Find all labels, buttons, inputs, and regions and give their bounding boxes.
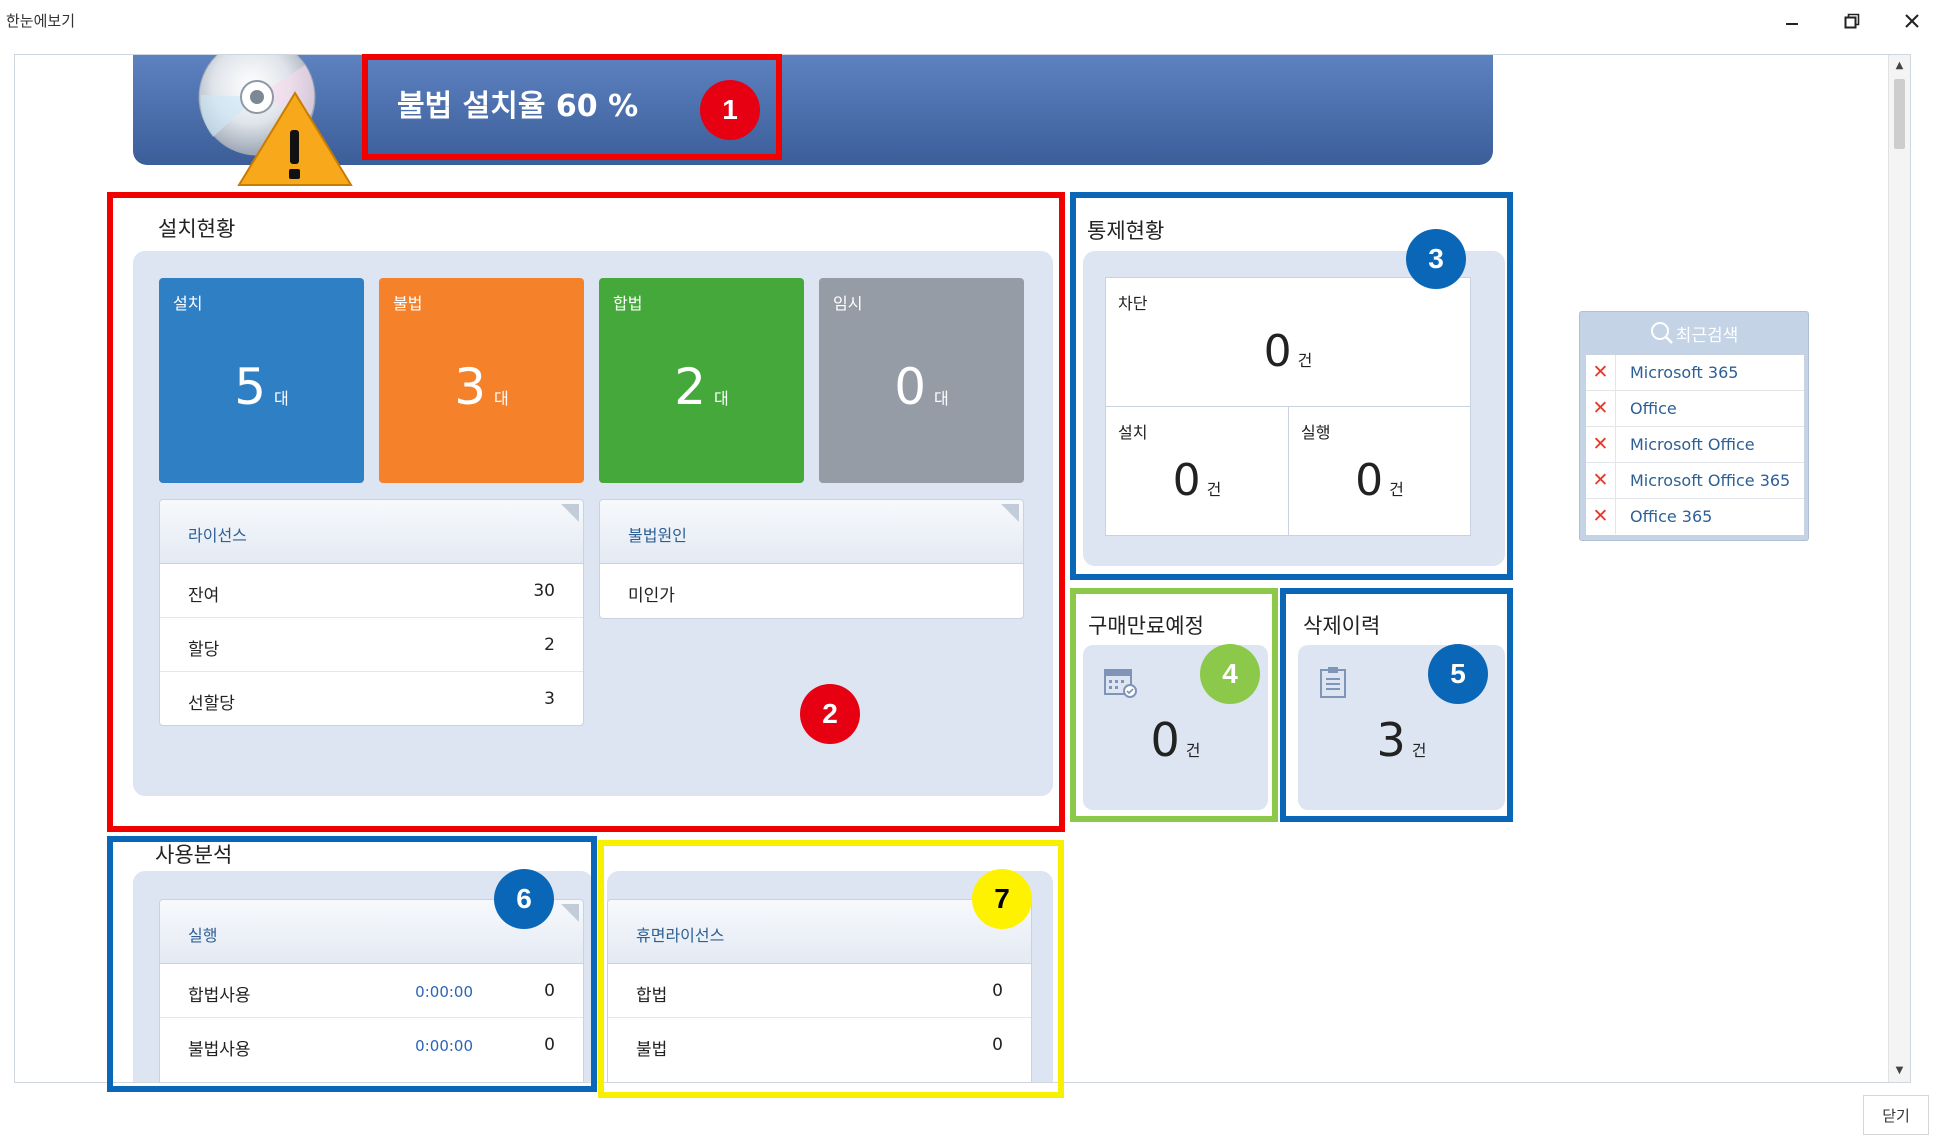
recent-search-item[interactable]: ✕ Office 365 [1586, 499, 1804, 535]
tile-temporary[interactable]: 임시 0대 [819, 278, 1024, 483]
block-value: 0건 [1263, 326, 1313, 377]
expand-corner-icon[interactable] [561, 504, 579, 522]
control-status-title: 통제현황 [1087, 219, 1165, 243]
scroll-up-icon[interactable]: ▲ [1889, 55, 1910, 77]
table-row: 불법 0 [636, 1035, 1003, 1060]
annotation-badge-7: 7 [972, 869, 1032, 929]
install-value: 0건 [1172, 455, 1222, 506]
dormant-license-card: 휴면라이선스 합법 0 불법 0 [607, 899, 1032, 1082]
tile-value: 5대 [234, 358, 289, 416]
delete-icon[interactable]: ✕ [1586, 463, 1616, 498]
close-button[interactable]: 닫기 [1863, 1095, 1929, 1135]
table-row: 합법사용 0:00:00 0 [160, 964, 583, 1018]
tile-value: 2대 [674, 358, 729, 416]
annotation-badge-5: 5 [1428, 644, 1488, 704]
window-close-button[interactable] [1892, 6, 1932, 36]
usage-analysis-title: 사용분석 [155, 843, 233, 867]
delete-icon[interactable]: ✕ [1586, 499, 1616, 534]
tile-label: 임시 [833, 294, 863, 313]
tile-value: 3대 [454, 358, 509, 416]
recent-search-item[interactable]: ✕ Microsoft Office 365 [1586, 463, 1804, 499]
window-title: 한눈에보기 [6, 12, 76, 30]
install-status-title: 설치현황 [158, 217, 236, 241]
control-status-panel: 차단 0건 설치 0건 실행 0건 [1083, 251, 1505, 566]
recent-search-list: ✕ Microsoft 365 ✕ Office ✕ Microsoft Office… [1585, 354, 1805, 536]
annotation-badge-4: 4 [1200, 644, 1260, 704]
expand-corner-icon[interactable] [561, 904, 579, 922]
table-row: 잔여 30 [160, 564, 583, 618]
minimize-button[interactable] [1772, 6, 1812, 36]
cd-warning-icon [198, 55, 353, 186]
run-block-box[interactable]: 실행 0건 [1288, 406, 1471, 536]
install-block-box[interactable]: 설치 0건 [1105, 406, 1289, 536]
recent-search-item[interactable]: ✕ Microsoft Office [1586, 427, 1804, 463]
table-row: 불법사용 0:00:00 0 [188, 1035, 555, 1060]
table-row: 미인가 [628, 586, 675, 606]
install-status-panel: 설치 5대 불법 3대 합법 2대 임시 0대 라이선스 잔여 30 할당 2 선할… [133, 251, 1053, 796]
recent-search-title: 최근검색 [1675, 325, 1739, 346]
minimize-icon [1786, 23, 1798, 25]
block-count-box[interactable]: 차단 0건 [1105, 277, 1471, 407]
dormant-license-card-title: 휴면라이선스 [608, 900, 1031, 964]
delete-history-value: 3건 [1376, 713, 1427, 767]
run-value: 0건 [1355, 455, 1404, 506]
purchase-expiry-title: 구매만료예정 [1088, 614, 1204, 638]
annotation-badge-2: 2 [800, 684, 860, 744]
tile-label: 합법 [613, 294, 643, 313]
calendar-icon [1104, 669, 1137, 698]
app-window: 한눈에보기 불법 설치율 60 % 설치현황 설치 5 대 불법 3 대 합법 … [0, 0, 1936, 1142]
install-label: 설치 [1118, 423, 1148, 442]
restore-icon [1844, 13, 1860, 29]
recent-search-panel: 최근검색 ✕ Microsoft 365 ✕ Office ✕ Microsoft O… [1579, 311, 1809, 541]
block-label: 차단 [1118, 294, 1148, 313]
vertical-scrollbar[interactable]: ▲ ▼ [1888, 55, 1910, 1082]
delete-icon[interactable]: ✕ [1586, 355, 1616, 390]
delete-icon[interactable]: ✕ [1586, 391, 1616, 426]
tile-install[interactable]: 설치 5대 [159, 278, 364, 483]
annotation-badge-1: 1 [700, 80, 760, 140]
clipboard-icon [1320, 667, 1346, 698]
tile-label: 설치 [173, 294, 203, 313]
title-bar: 한눈에보기 [0, 0, 1936, 40]
purchase-expiry-value: 0건 [1150, 713, 1201, 767]
tile-value: 0대 [894, 358, 949, 416]
annotation-badge-6: 6 [494, 869, 554, 929]
delete-icon[interactable]: ✕ [1586, 427, 1616, 462]
scroll-down-icon[interactable]: ▼ [1889, 1060, 1910, 1082]
run-label: 실행 [1301, 423, 1331, 442]
tile-label: 불법 [393, 294, 423, 313]
table-row: 선할당 3 [188, 689, 555, 714]
table-row: 할당 2 [160, 618, 583, 672]
illegal-rate-text: 불법 설치율 60 % [397, 89, 639, 124]
license-card: 라이선스 잔여 30 할당 2 선할당 3 [159, 499, 584, 726]
close-icon [1905, 14, 1919, 28]
tile-legal[interactable]: 합법 2대 [599, 278, 804, 483]
search-icon [1650, 322, 1673, 344]
restore-button[interactable] [1832, 6, 1872, 36]
recent-search-item[interactable]: ✕ Office [1586, 391, 1804, 427]
illegal-cause-card: 불법원인 미인가 [599, 499, 1024, 619]
scroll-thumb[interactable] [1894, 79, 1905, 149]
expand-corner-icon[interactable] [1001, 504, 1019, 522]
tile-illegal[interactable]: 불법 3대 [379, 278, 584, 483]
table-row: 합법 0 [608, 964, 1031, 1018]
delete-history-title: 삭제이력 [1303, 614, 1381, 638]
dashboard-content: 불법 설치율 60 % 설치현황 설치 5대 불법 3대 합법 2대 임시 0대… [14, 54, 1911, 1083]
annotation-badge-3: 3 [1406, 229, 1466, 289]
illegal-cause-card-title: 불법원인 [600, 500, 1023, 564]
recent-search-item[interactable]: ✕ Microsoft 365 [1586, 355, 1804, 391]
recent-search-header: 최근검색 [1580, 312, 1808, 354]
license-card-title: 라이선스 [160, 500, 583, 564]
